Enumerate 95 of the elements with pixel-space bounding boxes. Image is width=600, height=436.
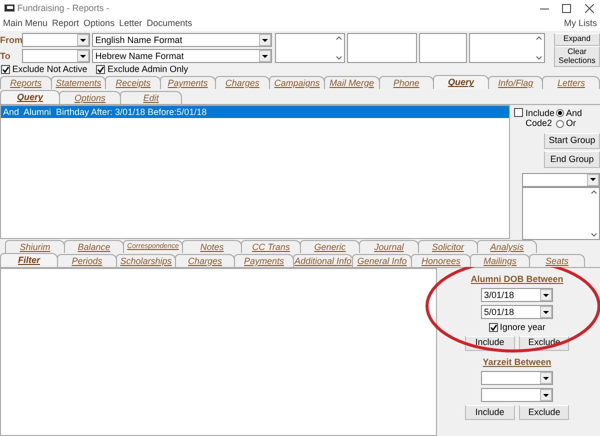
checkbox-label: Include Code2 xyxy=(526,108,554,129)
field-label: To xyxy=(0,51,12,62)
query-row[interactable]: And Alumni Birthday After: 3/01/18 Before:5/01/18 xyxy=(1,106,509,118)
radio-label: And xyxy=(566,108,582,118)
date-dropdown[interactable] xyxy=(481,371,553,386)
date-dropdown[interactable] xyxy=(481,388,553,402)
tab[interactable]: Payments xyxy=(160,76,216,89)
tab[interactable]: Letters xyxy=(542,76,600,89)
caret-icon xyxy=(542,392,550,399)
list-box[interactable] xyxy=(522,186,600,240)
close-icon[interactable] xyxy=(584,4,594,12)
date-dropdown[interactable] xyxy=(22,33,90,47)
caret-icon xyxy=(542,308,550,316)
button[interactable]: Start Group xyxy=(544,132,600,150)
caret-icon xyxy=(542,292,550,299)
tab[interactable]: Additional Info xyxy=(293,254,353,267)
scroll-down-icon[interactable] xyxy=(536,56,542,60)
checkbox[interactable] xyxy=(1,65,10,74)
caret-icon xyxy=(79,52,87,60)
caret-icon xyxy=(261,52,270,60)
button[interactable]: Expand xyxy=(554,33,600,46)
tab[interactable]: Scholarships xyxy=(116,254,176,267)
menu-item[interactable]: My Lists xyxy=(564,18,597,29)
tab[interactable]: Payments xyxy=(234,254,294,267)
tab[interactable]: Solicitor xyxy=(418,240,478,253)
radio-label: Or xyxy=(566,118,576,129)
checkbox-label: Ignore year xyxy=(500,322,546,333)
tab[interactable]: Balance xyxy=(64,240,124,253)
scroll-up-icon[interactable] xyxy=(336,36,342,40)
checkbox-label: Exclude Admin Only xyxy=(108,64,188,75)
menu-item[interactable]: Options xyxy=(84,18,115,29)
tab[interactable]: Reports xyxy=(0,76,52,89)
tab[interactable]: Generic xyxy=(300,240,360,253)
tab[interactable]: Options xyxy=(59,91,121,104)
tab[interactable]: Mailings xyxy=(470,254,530,267)
tab[interactable]: Statements xyxy=(50,76,106,89)
scroll-down-icon[interactable] xyxy=(591,233,597,237)
date-dropdown[interactable]: 5/01/18 xyxy=(481,305,553,320)
tab[interactable]: Phone xyxy=(378,76,434,89)
filter-title: Yarzeit Between xyxy=(482,356,552,368)
tab[interactable]: CC Trans xyxy=(241,240,301,253)
name-format-dropdown[interactable]: Hebrew Name Format xyxy=(92,49,272,64)
button[interactable]: Clear Selections xyxy=(554,46,600,68)
tab[interactable]: Notes xyxy=(182,240,242,253)
checkbox[interactable] xyxy=(514,108,524,117)
tab[interactable]: Charges xyxy=(175,254,235,267)
tab[interactable]: Receipts xyxy=(105,76,161,89)
date-dropdown[interactable] xyxy=(22,49,90,64)
list-box[interactable] xyxy=(469,33,546,63)
maximize-icon[interactable] xyxy=(562,4,572,12)
tab[interactable]: Honorees xyxy=(411,254,471,267)
button[interactable]: Exclude xyxy=(519,405,570,420)
menu-item[interactable]: Report xyxy=(52,18,80,29)
window-title: Fundraising - Reports - xyxy=(17,2,110,14)
filter-title: Alumni DOB Between xyxy=(470,274,564,284)
button[interactable]: End Group xyxy=(544,151,600,168)
field-label: From xyxy=(0,34,22,46)
list-box[interactable] xyxy=(346,33,417,63)
tab[interactable]: Query xyxy=(433,75,489,89)
query-list[interactable]: And Alumni Birthday After: 3/01/18 Before:5/01/18 xyxy=(0,105,510,239)
checkbox-label: Exclude Not Active xyxy=(12,64,88,75)
menu-item[interactable]: Letter xyxy=(119,18,142,29)
tab[interactable]: Mail Merge xyxy=(324,76,380,89)
scroll-up-icon[interactable] xyxy=(536,36,542,40)
caret-icon xyxy=(542,374,550,382)
tab[interactable]: Journal xyxy=(359,240,419,253)
list-box[interactable] xyxy=(419,33,467,63)
date-dropdown[interactable]: 3/01/18 xyxy=(481,288,553,302)
radio-button[interactable] xyxy=(556,109,564,118)
caret-icon xyxy=(261,36,270,44)
radio-button[interactable] xyxy=(556,120,564,128)
caret-icon xyxy=(589,176,597,184)
tab[interactable]: Edit xyxy=(120,91,182,104)
tab[interactable]: Info/Flag xyxy=(488,76,544,89)
dropdown[interactable] xyxy=(522,172,600,187)
app-icon xyxy=(4,4,15,12)
menu-item[interactable]: Documents xyxy=(146,18,192,29)
name-format-dropdown[interactable]: English Name Format xyxy=(92,33,272,47)
tab[interactable]: Query xyxy=(0,90,60,104)
tab[interactable]: Filter xyxy=(0,253,58,267)
button[interactable]: Include xyxy=(464,405,515,420)
scroll-up-icon[interactable] xyxy=(591,190,597,194)
tab[interactable]: Analysis xyxy=(477,240,537,253)
checkbox[interactable] xyxy=(96,65,106,74)
scroll-down-icon[interactable] xyxy=(336,56,342,60)
tab[interactable]: Periods xyxy=(57,254,117,267)
menu-item[interactable]: Main Menu xyxy=(3,18,48,29)
tab[interactable]: General Info xyxy=(352,254,412,267)
tab[interactable]: Charges xyxy=(214,76,270,89)
checkbox[interactable] xyxy=(488,323,498,332)
caret-icon xyxy=(79,36,87,44)
tab[interactable]: Shiurim xyxy=(5,240,65,253)
tab[interactable]: Seats xyxy=(529,254,585,267)
list-box[interactable] xyxy=(274,33,344,63)
tab[interactable]: Campaigns xyxy=(269,76,325,89)
